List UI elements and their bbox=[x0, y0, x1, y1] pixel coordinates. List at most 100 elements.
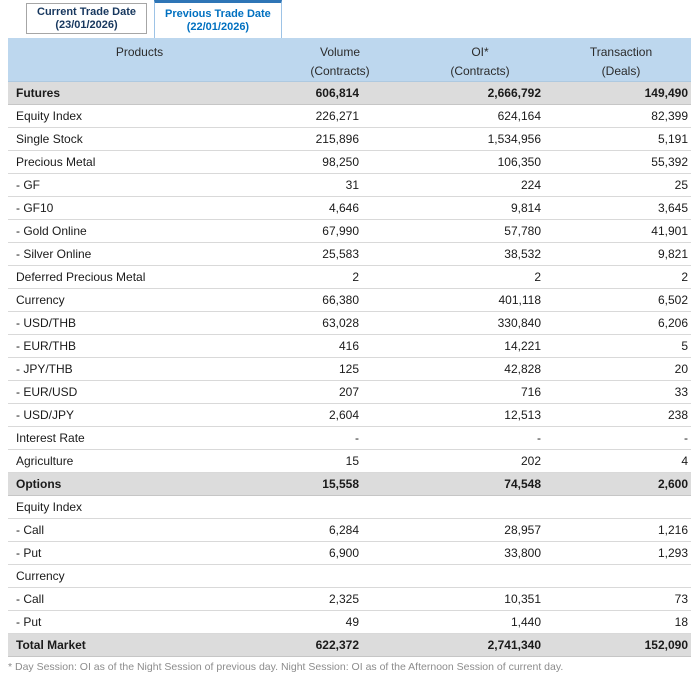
product-cell: Currency bbox=[8, 564, 271, 588]
transaction-cell: 20 bbox=[551, 357, 691, 381]
table-row: Currency 66,380 401,118 6,502 bbox=[8, 288, 691, 312]
oi-cell: 38,532 bbox=[409, 242, 551, 266]
tab-current-trade-date[interactable]: Current Trade Date (23/01/2026) bbox=[26, 3, 148, 34]
transaction-cell: 149,490 bbox=[551, 81, 691, 105]
volume-cell: 215,896 bbox=[271, 127, 409, 151]
product-cell: Futures bbox=[8, 81, 271, 105]
volume-cell: 606,814 bbox=[271, 81, 409, 105]
transaction-cell: 2,600 bbox=[551, 472, 691, 496]
table-row: - Call 6,284 28,957 1,216 bbox=[8, 518, 691, 542]
table-row: - Put 49 1,440 18 bbox=[8, 610, 691, 634]
volume-cell: 67,990 bbox=[271, 219, 409, 243]
volume-cell bbox=[271, 495, 409, 519]
table-row: - Call 2,325 10,351 73 bbox=[8, 587, 691, 611]
table-header-row: Products Volume (Contracts) OI* (Contracts… bbox=[8, 38, 691, 82]
transaction-cell: 5,191 bbox=[551, 127, 691, 151]
oi-cell: 74,548 bbox=[409, 472, 551, 496]
table-row: Futures 606,814 2,666,792 149,490 bbox=[8, 81, 691, 105]
product-cell: Currency bbox=[8, 288, 271, 312]
transaction-cell bbox=[551, 564, 691, 588]
table-row: Options 15,558 74,548 2,600 bbox=[8, 472, 691, 496]
table-row: Interest Rate - - - bbox=[8, 426, 691, 450]
transaction-cell bbox=[551, 495, 691, 519]
oi-cell: 14,221 bbox=[409, 334, 551, 358]
transaction-cell: 55,392 bbox=[551, 150, 691, 174]
volume-cell: - bbox=[271, 426, 409, 450]
volume-cell: 125 bbox=[271, 357, 409, 381]
volume-cell: 31 bbox=[271, 173, 409, 197]
oi-cell bbox=[409, 564, 551, 588]
tab-current-date: (23/01/2026) bbox=[55, 18, 118, 31]
column-header-oi: OI* (Contracts) bbox=[409, 38, 551, 82]
transaction-cell: 5 bbox=[551, 334, 691, 358]
footnote: * Day Session: OI as of the Night Sessio… bbox=[8, 661, 564, 673]
transaction-cell: 41,901 bbox=[551, 219, 691, 243]
volume-cell: 226,271 bbox=[271, 104, 409, 128]
product-cell: Single Stock bbox=[8, 127, 271, 151]
product-cell: - USD/JPY bbox=[8, 403, 271, 427]
product-cell: Interest Rate bbox=[8, 426, 271, 450]
volume-cell: 25,583 bbox=[271, 242, 409, 266]
table-row: Precious Metal 98,250 106,350 55,392 bbox=[8, 150, 691, 174]
product-cell: - GF bbox=[8, 173, 271, 197]
product-cell: Agriculture bbox=[8, 449, 271, 473]
volume-cell: 6,284 bbox=[271, 518, 409, 542]
oi-cell: - bbox=[409, 426, 551, 450]
product-cell: Deferred Precious Metal bbox=[8, 265, 271, 289]
volume-cell: 49 bbox=[271, 610, 409, 634]
transaction-cell: - bbox=[551, 426, 691, 450]
column-header-volume: Volume (Contracts) bbox=[271, 38, 409, 82]
transaction-cell: 6,502 bbox=[551, 288, 691, 312]
market-summary-table: Products Volume (Contracts) OI* (Contracts… bbox=[8, 38, 691, 657]
transaction-cell: 18 bbox=[551, 610, 691, 634]
table-row: Agriculture 15 202 4 bbox=[8, 449, 691, 473]
product-cell: Options bbox=[8, 472, 271, 496]
table-row: Deferred Precious Metal 2 2 2 bbox=[8, 265, 691, 289]
volume-cell: 416 bbox=[271, 334, 409, 358]
transaction-cell: 9,821 bbox=[551, 242, 691, 266]
table-row: - Put 6,900 33,800 1,293 bbox=[8, 541, 691, 565]
volume-cell: 622,372 bbox=[271, 633, 409, 657]
table-row: - Gold Online 67,990 57,780 41,901 bbox=[8, 219, 691, 243]
oi-cell: 202 bbox=[409, 449, 551, 473]
product-cell: - USD/THB bbox=[8, 311, 271, 335]
product-cell: Equity Index bbox=[8, 495, 271, 519]
oi-cell: 2,741,340 bbox=[409, 633, 551, 657]
oi-cell: 2 bbox=[409, 265, 551, 289]
product-cell: - Call bbox=[8, 587, 271, 611]
volume-cell: 15 bbox=[271, 449, 409, 473]
oi-cell: 401,118 bbox=[409, 288, 551, 312]
column-header-transaction: Transaction (Deals) bbox=[551, 38, 691, 82]
product-cell: Precious Metal bbox=[8, 150, 271, 174]
transaction-cell: 25 bbox=[551, 173, 691, 197]
volume-cell: 2,325 bbox=[271, 587, 409, 611]
transaction-cell: 73 bbox=[551, 587, 691, 611]
table-row: Equity Index 226,271 624,164 82,399 bbox=[8, 104, 691, 128]
transaction-cell: 6,206 bbox=[551, 311, 691, 335]
product-cell: - EUR/USD bbox=[8, 380, 271, 404]
transaction-cell: 33 bbox=[551, 380, 691, 404]
product-cell: Total Market bbox=[8, 633, 271, 657]
transaction-cell: 1,293 bbox=[551, 541, 691, 565]
oi-cell: 33,800 bbox=[409, 541, 551, 565]
oi-cell: 9,814 bbox=[409, 196, 551, 220]
product-cell: - EUR/THB bbox=[8, 334, 271, 358]
table-row: - GF 31 224 25 bbox=[8, 173, 691, 197]
oi-cell: 42,828 bbox=[409, 357, 551, 381]
oi-cell: 106,350 bbox=[409, 150, 551, 174]
oi-cell: 1,440 bbox=[409, 610, 551, 634]
oi-cell: 224 bbox=[409, 173, 551, 197]
table-row: - GF10 4,646 9,814 3,645 bbox=[8, 196, 691, 220]
volume-cell: 4,646 bbox=[271, 196, 409, 220]
tab-previous-label: Previous Trade Date bbox=[165, 7, 271, 20]
volume-cell: 66,380 bbox=[271, 288, 409, 312]
product-cell: Equity Index bbox=[8, 104, 271, 128]
transaction-cell: 82,399 bbox=[551, 104, 691, 128]
oi-cell: 57,780 bbox=[409, 219, 551, 243]
transaction-cell: 238 bbox=[551, 403, 691, 427]
table-row: Currency bbox=[8, 564, 691, 588]
tab-previous-trade-date[interactable]: Previous Trade Date (22/01/2026) bbox=[154, 0, 282, 38]
transaction-cell: 4 bbox=[551, 449, 691, 473]
oi-cell: 10,351 bbox=[409, 587, 551, 611]
oi-cell: 624,164 bbox=[409, 104, 551, 128]
